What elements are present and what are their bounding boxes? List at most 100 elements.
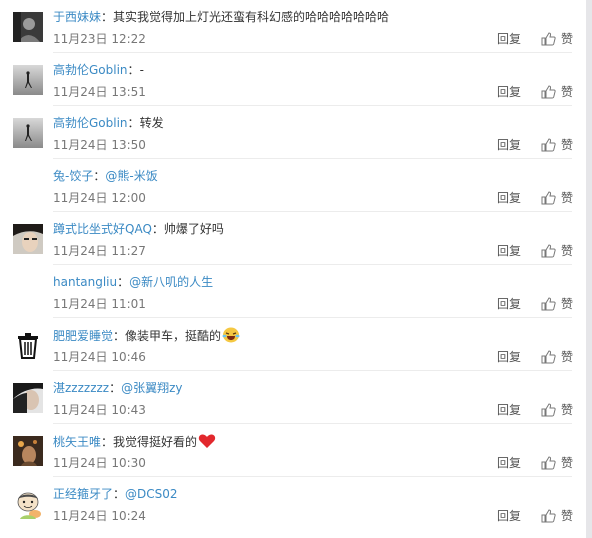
username-link[interactable]: 湛zzzzzzz: [53, 381, 109, 395]
colon: ：: [93, 169, 106, 183]
comment-item: hantangliu：@新八叽的人生 11月24日 11:01 回复 赞: [0, 265, 586, 318]
comment-item: 正经箍牙了：@DCS02 11月24日 10:24 回复 赞: [0, 477, 586, 530]
laugh-cry-emoji-icon: [222, 327, 240, 343]
comment-text: 帅爆了好吗: [163, 222, 224, 236]
thumbs-up-icon[interactable]: [541, 350, 556, 364]
avatar[interactable]: [13, 330, 43, 360]
comment-item: 肥肥爱睡觉：像装甲车，挺酷的 11月24日 10:46 回复 赞: [0, 318, 586, 371]
thumbs-up-icon[interactable]: [541, 297, 556, 311]
like-button[interactable]: 赞: [561, 296, 573, 312]
mention-link[interactable]: @熊-米饭: [105, 169, 157, 183]
comment-line: 桃矢王唯：我觉得挺好看的: [53, 433, 216, 450]
comment-item: 桃矢王唯：我觉得挺好看的 11月24日 10:30 回复 赞: [0, 424, 586, 477]
reply-button[interactable]: 回复: [497, 508, 521, 524]
username-link[interactable]: 高勃伦Goblin: [53, 116, 128, 130]
comment-line: 高勃伦Goblin：转发: [53, 115, 164, 131]
comment-item: 于西妹妹：其实我觉得加上灯光还蛮有科幻感的哈哈哈哈哈哈哈 11月23日 12:2…: [0, 0, 586, 53]
thumbs-up-icon[interactable]: [541, 456, 556, 470]
like-button[interactable]: 赞: [561, 190, 573, 206]
reply-button[interactable]: 回复: [497, 402, 521, 418]
username-link[interactable]: 正经箍牙了: [53, 487, 113, 501]
like-button[interactable]: 赞: [561, 137, 573, 153]
comment-item: 高勃伦Goblin：转发 11月24日 13:50 回复 赞: [0, 106, 586, 159]
comment-time: 11月24日 11:27: [53, 244, 146, 258]
comment-line: 蹲式比坐式好QAQ：帅爆了好吗: [53, 221, 224, 237]
thumbs-up-icon[interactable]: [541, 85, 556, 99]
comment-text: 像装甲车，挺酷的: [125, 329, 222, 343]
comment-line: 肥肥爱睡觉：像装甲车，挺酷的: [53, 327, 240, 344]
colon: ：: [113, 487, 126, 501]
avatar[interactable]: [13, 436, 43, 466]
reply-button[interactable]: 回复: [497, 243, 521, 259]
like-button[interactable]: 赞: [561, 402, 573, 418]
comment-time: 11月24日 11:01: [53, 297, 146, 311]
comment-line: 于西妹妹：其实我觉得加上灯光还蛮有科幻感的哈哈哈哈哈哈哈: [53, 9, 389, 25]
reply-button[interactable]: 回复: [497, 84, 521, 100]
thumbs-up-icon[interactable]: [541, 244, 556, 258]
username-link[interactable]: 于西妹妹: [53, 10, 101, 24]
avatar[interactable]: [13, 118, 43, 148]
comment-item: 蹲式比坐式好QAQ：帅爆了好吗 11月24日 11:27 回复 赞: [0, 212, 586, 265]
colon: ：: [101, 435, 114, 449]
comment-item: 湛zzzzzzz：@张翼翔zy 11月24日 10:43 回复 赞: [0, 371, 586, 424]
colon: ：: [151, 222, 164, 236]
comment-item: 兔-饺子：@熊-米饭 11月24日 12:00 回复 赞: [0, 159, 586, 212]
username-link[interactable]: hantangliu: [53, 275, 117, 289]
colon: ：: [127, 63, 140, 77]
username-link[interactable]: 肥肥爱睡觉: [53, 329, 113, 343]
avatar[interactable]: [13, 12, 43, 42]
reply-button[interactable]: 回复: [497, 455, 521, 471]
comment-text: 其实我觉得加上灯光还蛮有科幻感的哈哈哈哈哈哈哈: [113, 10, 390, 24]
reply-button[interactable]: 回复: [497, 137, 521, 153]
scrollbar-track[interactable]: [586, 0, 592, 538]
comment-time: 11月24日 10:24: [53, 509, 146, 523]
colon: ：: [109, 381, 122, 395]
avatar[interactable]: [13, 224, 43, 254]
username-link[interactable]: 桃矢王唯: [53, 435, 101, 449]
reply-button[interactable]: 回复: [497, 296, 521, 312]
username-link[interactable]: 兔-饺子: [53, 169, 93, 183]
like-button[interactable]: 赞: [561, 31, 573, 47]
colon: ：: [101, 10, 114, 24]
comment-time: 11月24日 10:30: [53, 456, 146, 470]
thumbs-up-icon[interactable]: [541, 509, 556, 523]
mention-link[interactable]: @张翼翔zy: [121, 381, 182, 395]
like-button[interactable]: 赞: [561, 349, 573, 365]
colon: ：: [113, 329, 126, 343]
heart-emoji-icon: [198, 434, 216, 448]
reply-button[interactable]: 回复: [497, 190, 521, 206]
comment-time: 11月24日 13:50: [53, 138, 146, 152]
thumbs-up-icon[interactable]: [541, 32, 556, 46]
comment-time: 11月24日 13:51: [53, 85, 146, 99]
comment-line: 正经箍牙了：@DCS02: [53, 486, 178, 502]
reply-button[interactable]: 回复: [497, 349, 521, 365]
username-link[interactable]: 蹲式比坐式好QAQ: [53, 222, 152, 236]
comment-line: 高勃伦Goblin：-: [53, 62, 144, 78]
like-button[interactable]: 赞: [561, 455, 573, 471]
avatar[interactable]: [13, 383, 43, 413]
like-button[interactable]: 赞: [561, 508, 573, 524]
like-button[interactable]: 赞: [561, 243, 573, 259]
comment-text: -: [139, 63, 144, 77]
comment-item: 高勃伦Goblin：- 11月24日 13:51 回复 赞: [0, 53, 586, 106]
mention-link[interactable]: @新八叽的人生: [129, 275, 213, 289]
thumbs-up-icon[interactable]: [541, 403, 556, 417]
mention-link[interactable]: @DCS02: [125, 487, 178, 501]
comment-line: 兔-饺子：@熊-米饭: [53, 168, 158, 184]
avatar[interactable]: [13, 65, 43, 95]
avatar[interactable]: [13, 489, 43, 519]
username-link[interactable]: 高勃伦Goblin: [53, 63, 128, 77]
comment-line: hantangliu：@新八叽的人生: [53, 274, 213, 290]
comment-panel: 于西妹妹：其实我觉得加上灯光还蛮有科幻感的哈哈哈哈哈哈哈 11月23日 12:2…: [0, 0, 586, 538]
comment-time: 11月24日 12:00: [53, 191, 146, 205]
like-button[interactable]: 赞: [561, 84, 573, 100]
comment-time: 11月23日 12:22: [53, 32, 146, 46]
thumbs-up-icon[interactable]: [541, 138, 556, 152]
thumbs-up-icon[interactable]: [541, 191, 556, 205]
comment-time: 11月24日 10:43: [53, 403, 146, 417]
comment-time: 11月24日 10:46: [53, 350, 146, 364]
reply-button[interactable]: 回复: [497, 31, 521, 47]
colon: ：: [117, 275, 130, 289]
comment-text: 转发: [139, 116, 164, 130]
colon: ：: [127, 116, 140, 130]
